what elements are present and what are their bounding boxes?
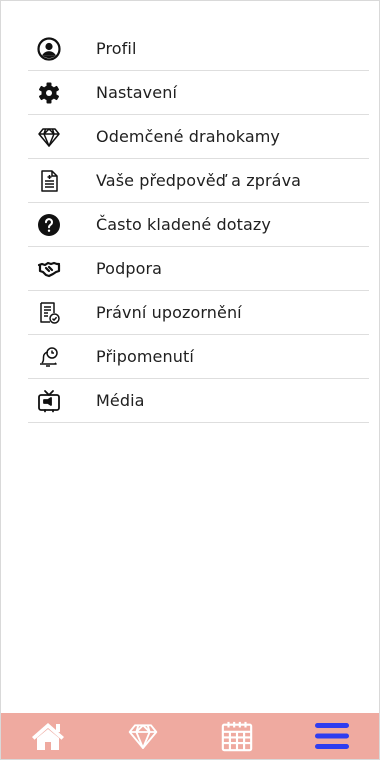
tv-icon <box>28 389 70 413</box>
nav-menu-button[interactable] <box>302 713 362 759</box>
diamond-icon <box>128 724 158 749</box>
menu-item-label: Vaše předpověď a zpráva <box>96 171 302 190</box>
calendar-icon <box>222 721 253 752</box>
menu-item-label: Profil <box>96 39 137 58</box>
gear-icon <box>28 81 70 105</box>
menu-item-label: Média <box>96 391 145 410</box>
menu-item-prediction-report[interactable]: Vaše předpověď a zpráva <box>28 159 369 203</box>
legal-notice-icon <box>28 301 70 325</box>
nav-gems-button[interactable] <box>113 713 173 759</box>
bell-clock-icon <box>28 345 70 369</box>
menu-item-settings[interactable]: Nastavení <box>28 71 369 115</box>
profile-icon <box>28 36 70 61</box>
menu-item-label: Připomenutí <box>96 347 194 366</box>
menu-item-profile[interactable]: Profil <box>28 27 369 71</box>
menu-item-unlocked-gems[interactable]: Odemčené drahokamy <box>28 115 369 159</box>
hamburger-menu-icon <box>314 723 349 749</box>
handshake-icon <box>28 257 70 281</box>
settings-menu: Profil Nastavení Odemčené drahokamy Vaše… <box>28 27 369 423</box>
menu-item-support[interactable]: Podpora <box>28 247 369 291</box>
menu-item-legal-notice[interactable]: Právní upozornění <box>28 291 369 335</box>
bottom-navigation <box>1 713 379 759</box>
question-icon <box>28 213 70 237</box>
home-icon <box>32 723 65 750</box>
menu-item-media[interactable]: Média <box>28 379 369 423</box>
menu-item-label: Často kladené dotazy <box>96 215 271 234</box>
menu-item-faq[interactable]: Často kladené dotazy <box>28 203 369 247</box>
nav-home-button[interactable] <box>18 713 78 759</box>
diamond-icon <box>28 125 70 149</box>
menu-item-label: Nastavení <box>96 83 177 102</box>
document-icon <box>28 169 70 193</box>
menu-item-label: Podpora <box>96 259 163 278</box>
nav-calendar-button[interactable] <box>207 713 267 759</box>
menu-item-label: Právní upozornění <box>96 303 242 322</box>
menu-item-label: Odemčené drahokamy <box>96 127 281 146</box>
menu-item-reminders[interactable]: Připomenutí <box>28 335 369 379</box>
